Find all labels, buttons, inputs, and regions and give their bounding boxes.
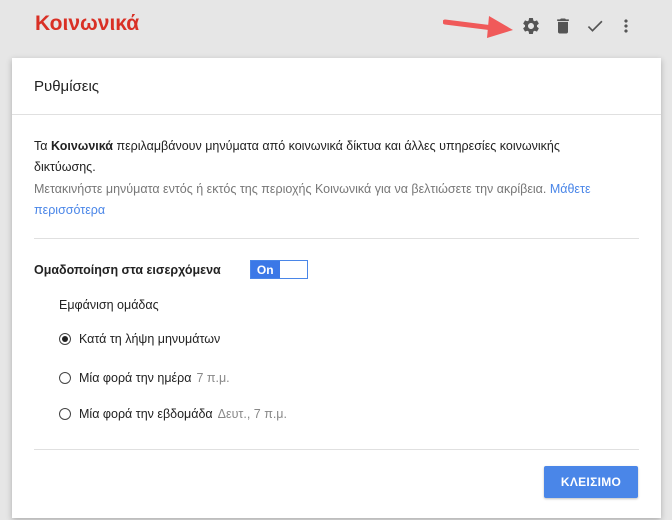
- grouping-toggle[interactable]: On: [249, 260, 308, 279]
- grouping-row: Ομαδοποίηση στα εισερχόμενα On: [34, 260, 308, 279]
- radio-time: Δευτ., 7 π.μ.: [217, 407, 287, 421]
- intro-bold: Κοινωνικά: [50, 139, 113, 153]
- radio-button[interactable]: [59, 372, 71, 384]
- grouping-label: Ομαδοποίηση στα εισερχόμενα: [34, 262, 221, 277]
- trash-icon[interactable]: [551, 14, 575, 38]
- intro-text: Τα Κοινωνικά περιλαμβάνουν μηνύματα από …: [34, 136, 624, 178]
- hint-body: Μετακινήστε μηνύματα εντός ή εκτός της π…: [34, 182, 550, 196]
- pointer-arrow-icon: [443, 16, 513, 38]
- divider-bottom: [34, 449, 639, 450]
- hint-text: Μετακινήστε μηνύματα εντός ή εκτός της π…: [34, 179, 634, 221]
- radio-button[interactable]: [59, 408, 71, 420]
- radio-button-checked[interactable]: [59, 333, 71, 345]
- app-title: Κοινωνικά: [35, 12, 140, 35]
- dialog-title: Ρυθμίσεις: [12, 58, 661, 115]
- radio-option-weekly[interactable]: Μία φορά την εβδομάδα Δευτ., 7 π.μ.: [59, 407, 287, 421]
- radio-label: Μία φορά την ημέρα: [79, 371, 192, 385]
- close-button[interactable]: ΚΛΕΙΣΙΜΟ: [544, 466, 638, 498]
- toggle-off-area: [279, 261, 307, 278]
- radio-option-on-arrival[interactable]: Κατά τη λήψη μηνυμάτων: [59, 332, 220, 346]
- settings-dialog: Ρυθμίσεις Τα Κοινωνικά περιλαμβάνουν μην…: [12, 58, 661, 518]
- intro-suffix: περιλαμβάνουν μηνύματα από κοινωνικά δίκ…: [34, 139, 560, 174]
- radio-label: Κατά τη λήψη μηνυμάτων: [79, 332, 221, 346]
- divider-top: [34, 238, 639, 239]
- radio-option-daily[interactable]: Μία φορά την ημέρα 7 π.μ.: [59, 371, 230, 385]
- check-icon[interactable]: [583, 14, 607, 38]
- intro-prefix: Τα: [34, 139, 51, 153]
- gear-icon[interactable]: [519, 14, 543, 38]
- group-display-label: Εμφάνιση ομάδας: [59, 298, 159, 312]
- radio-time: 7 π.μ.: [196, 371, 230, 385]
- top-bar: Κοινωνικά: [0, 0, 672, 55]
- radio-label: Μία φορά την εβδομάδα: [79, 407, 213, 421]
- more-vert-icon[interactable]: [614, 14, 638, 38]
- toggle-on-label: On: [250, 261, 280, 278]
